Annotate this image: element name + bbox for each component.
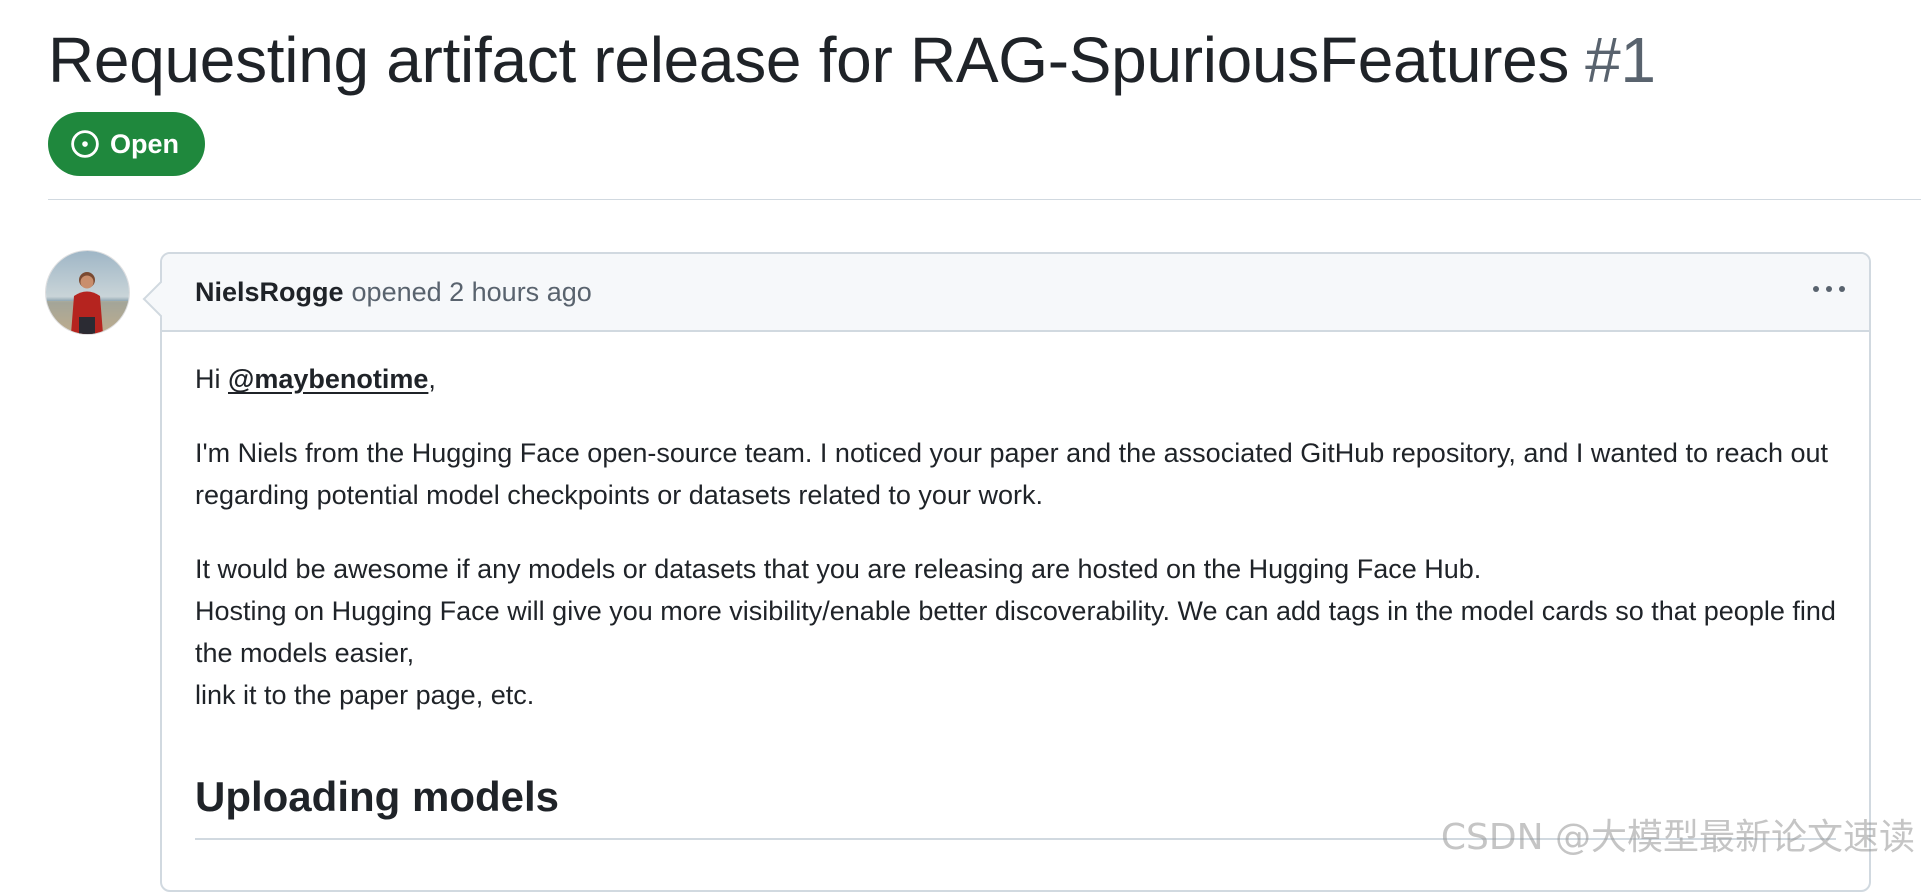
comment-timestamp[interactable]: opened 2 hours ago — [352, 277, 592, 308]
hosting-line-2: Hosting on Hugging Face will give you mo… — [195, 596, 1836, 668]
greeting-paragraph: Hi @maybenotime, — [195, 358, 1836, 400]
comment-author-link[interactable]: NielsRogge — [195, 277, 344, 308]
issue-state-label: Open — [110, 128, 180, 159]
hosting-line-1: It would be awesome if any models or dat… — [195, 554, 1482, 584]
user-mention-link[interactable]: @maybenotime — [228, 364, 428, 394]
issue-number: #1 — [1585, 24, 1656, 96]
issue-comment: NielsRogge opened 2 hours ago Hi @mayben… — [160, 252, 1871, 892]
greeting-suffix: , — [428, 364, 436, 394]
watermark: CSDN @大模型最新论文速读 — [1440, 817, 1915, 858]
issue-opened-icon — [71, 130, 99, 158]
comment-header: NielsRogge opened 2 hours ago — [162, 254, 1869, 332]
issue-title-text: Requesting artifact release for RAG-Spur… — [48, 24, 1570, 96]
kebab-horizontal-icon — [1813, 286, 1845, 292]
greeting-prefix: Hi — [195, 364, 228, 394]
issue-state-badge: Open — [48, 112, 205, 176]
issue-title: Requesting artifact release for RAG-Spur… — [48, 18, 1656, 102]
intro-paragraph: I'm Niels from the Hugging Face open-sou… — [195, 438, 1829, 510]
header-divider — [48, 199, 1921, 200]
hosting-line-3: link it to the paper page, etc. — [195, 680, 535, 710]
author-avatar[interactable] — [46, 251, 129, 334]
hosting-paragraph: It would be awesome if any models or dat… — [195, 548, 1836, 716]
comment-options-button[interactable] — [1809, 276, 1849, 302]
comment-body: Hi @maybenotime, I'm Niels from the Hugg… — [162, 332, 1869, 840]
